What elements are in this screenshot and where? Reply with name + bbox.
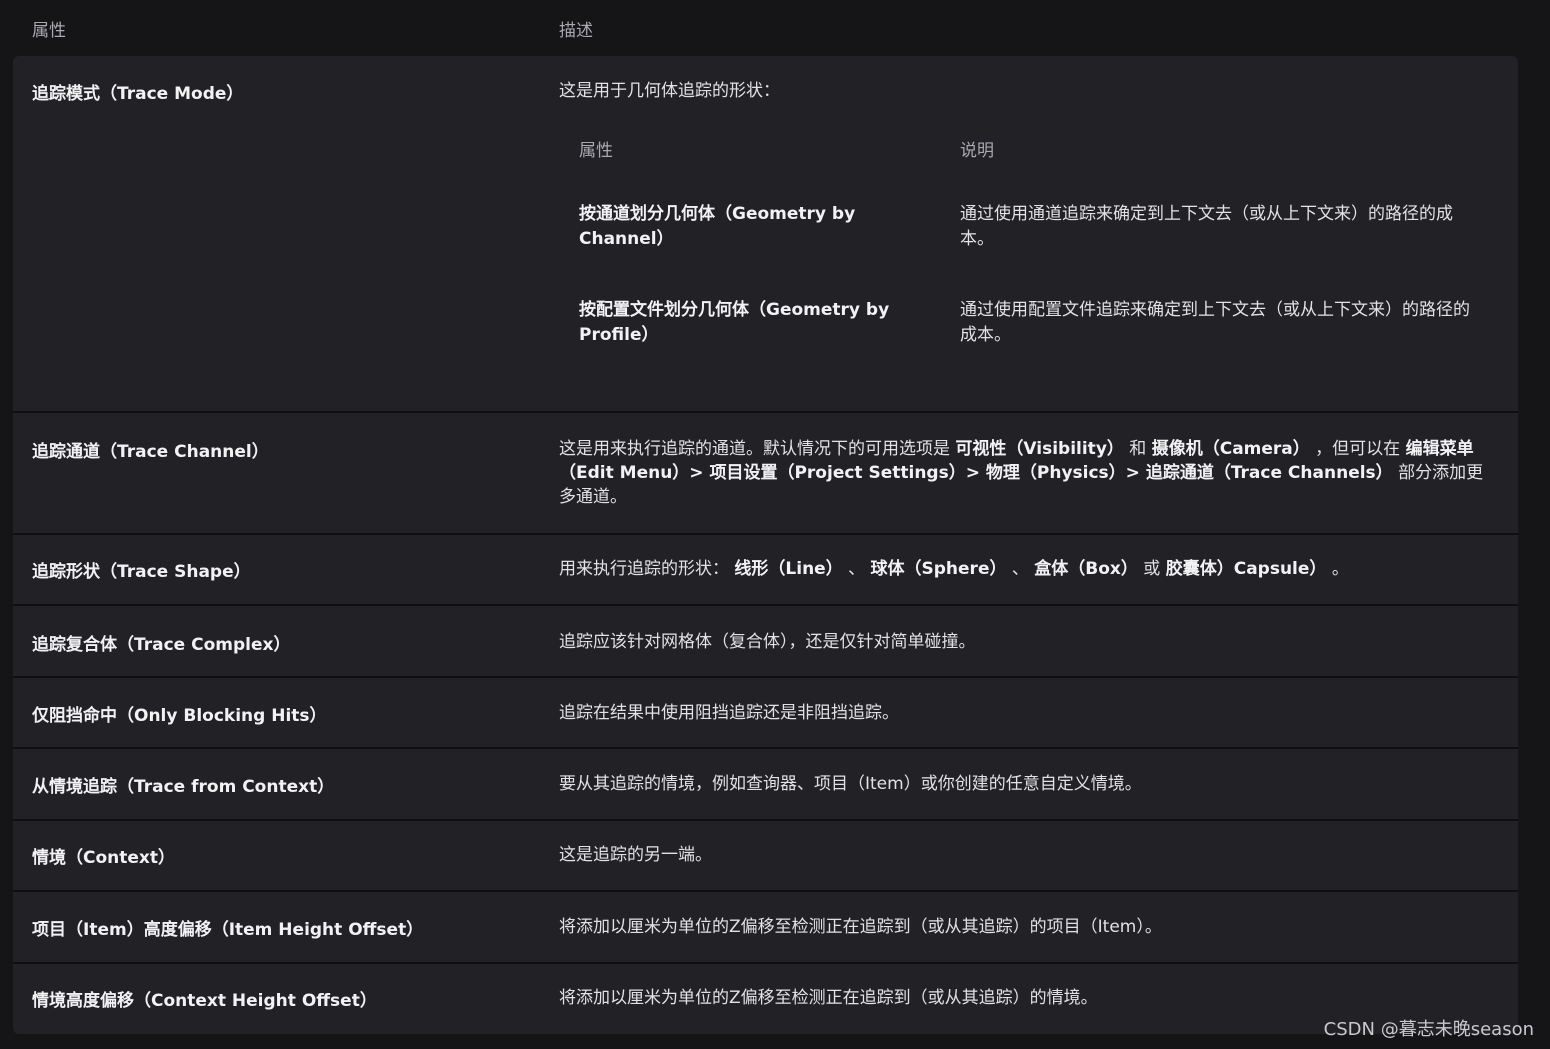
property-name: 追踪形状（Trace Shape） <box>32 562 251 582</box>
property-description: 这是用来执行追踪的通道。默认情况下的可用选项是 可视性（Visibility） … <box>559 437 1486 509</box>
header-property: 属性 <box>32 21 66 41</box>
option-camera: 摄像机（Camera） <box>1151 439 1310 459</box>
description-text: 和 <box>1123 439 1152 459</box>
shape-sphere: 球体（Sphere） <box>870 559 1007 579</box>
table-row: 项目（Item）高度偏移（Item Height Offset） 将添加以厘米为… <box>13 892 1518 964</box>
property-description: 用来执行追踪的形状： 线形（Line） 、 球体（Sphere） 、 盒体（Bo… <box>559 557 1486 581</box>
description-text: ，但可以在 <box>1309 439 1406 459</box>
property-description: 这是用于几何体追踪的形状： <box>559 81 780 101</box>
property-description: 追踪在结果中使用阻挡追踪还是非阻挡追踪。 <box>559 703 899 723</box>
table-row: 仅阻挡命中（Only Blocking Hits） 追踪在结果中使用阻挡追踪还是… <box>13 678 1518 749</box>
property-name: 追踪复合体（Trace Complex） <box>32 635 291 655</box>
nested-property-description: 通过使用配置文件追踪来确定到上下文去（或从上下文来）的路径的成本。 <box>960 300 1470 345</box>
table-row: 从情境追踪（Trace from Context） 要从其追踪的情境，例如查询器… <box>13 749 1518 821</box>
property-description: 将添加以厘米为单位的Z偏移至检测正在追踪到（或从其追踪）的项目（Item）。 <box>559 917 1162 937</box>
nested-property-name: 按通道划分几何体（Geometry by Channel） <box>579 204 856 249</box>
property-description: 追踪应该针对网格体（复合体），还是仅针对简单碰撞。 <box>559 632 976 652</box>
property-name: 追踪通道（Trace Channel） <box>32 442 269 462</box>
property-name: 情境高度偏移（Context Height Offset） <box>32 991 377 1011</box>
table-row: 情境（Context） 这是追踪的另一端。 <box>13 821 1518 892</box>
header-description: 描述 <box>559 21 593 41</box>
property-description: 这是追踪的另一端。 <box>559 845 712 865</box>
shape-box: 盒体（Box） <box>1034 559 1138 579</box>
description-text: 用来执行追踪的形状： <box>559 559 735 579</box>
table-row-trace-channel: 追踪通道（Trace Channel） 这是用来执行追踪的通道。默认情况下的可用… <box>13 413 1518 535</box>
nested-header-property: 属性 <box>579 141 613 161</box>
table-header: 属性 描述 <box>0 0 1550 56</box>
shape-capsule: 胶囊体）Capsule） <box>1165 559 1327 579</box>
property-description: 要从其追踪的情境，例如查询器、项目（Item）或你创建的任意自定义情境。 <box>559 774 1142 794</box>
option-visibility: 可视性（Visibility） <box>955 439 1124 459</box>
table-row-trace-mode: 追踪模式（Trace Mode） 这是用于几何体追踪的形状： 属性 说明 按通道… <box>13 56 1518 413</box>
nested-property-name: 按配置文件划分几何体（Geometry by Profile） <box>579 300 890 345</box>
table-row: 追踪复合体（Trace Complex） 追踪应该针对网格体（复合体），还是仅针… <box>13 606 1518 678</box>
property-name: 仅阻挡命中（Only Blocking Hits） <box>32 706 327 726</box>
table-row-trace-shape: 追踪形状（Trace Shape） 用来执行追踪的形状： 线形（Line） 、 … <box>13 535 1518 606</box>
description-text: 、 <box>842 559 871 579</box>
property-name: 从情境追踪（Trace from Context） <box>32 777 335 797</box>
table-row: 情境高度偏移（Context Height Offset） 将添加以厘米为单位的… <box>13 964 1518 1034</box>
description-text: 或 <box>1137 559 1166 579</box>
property-name: 项目（Item）高度偏移（Item Height Offset） <box>32 920 424 940</box>
nested-property-description: 通过使用通道追踪来确定到上下文去（或从上下文来）的路径的成本。 <box>960 204 1453 249</box>
description-text: 。 <box>1326 559 1349 579</box>
description-text: 、 <box>1006 559 1035 579</box>
property-name: 情境（Context） <box>32 848 176 868</box>
property-name: 追踪模式（Trace Mode） <box>32 84 244 104</box>
nested-header-description: 说明 <box>960 141 994 161</box>
property-description: 将添加以厘米为单位的Z偏移至检测正在追踪到（或从其追踪）的情境。 <box>559 988 1098 1008</box>
description-text: 这是用来执行追踪的通道。默认情况下的可用选项是 <box>559 439 956 459</box>
watermark: CSDN @暮志未晚season <box>1323 1019 1534 1040</box>
shape-line: 线形（Line） <box>734 559 843 579</box>
properties-table: 追踪模式（Trace Mode） 这是用于几何体追踪的形状： 属性 说明 按通道… <box>13 56 1518 1034</box>
